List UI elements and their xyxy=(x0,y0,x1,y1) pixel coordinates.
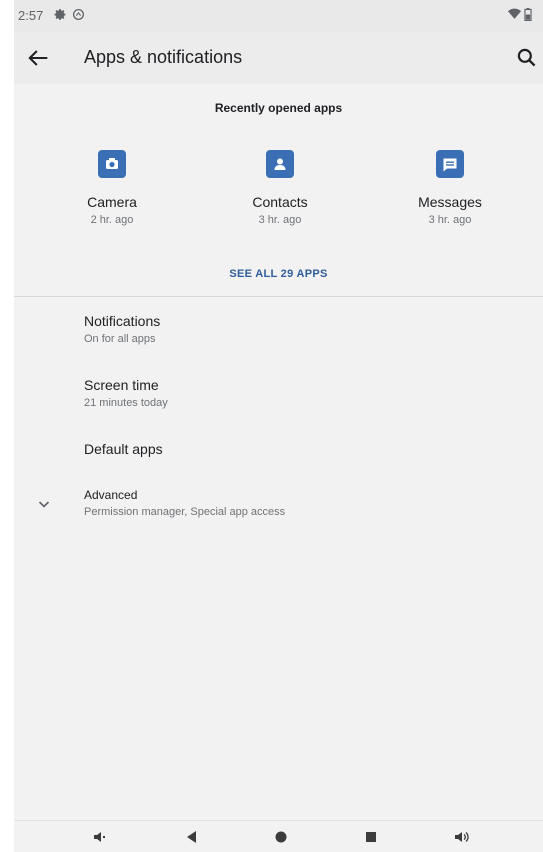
recent-app-camera[interactable]: Camera 2 hr. ago xyxy=(52,150,172,226)
app-last-opened: 3 hr. ago xyxy=(428,214,472,226)
pref-title: Notifications xyxy=(84,313,161,329)
recent-app-messages[interactable]: Messages 3 hr. ago xyxy=(390,150,510,226)
pref-subtitle: 21 minutes today xyxy=(84,397,168,409)
signal-icon xyxy=(72,8,85,24)
settings-screen: 2:57 Apps & notifications Recently opene… xyxy=(14,0,543,852)
volume-up-icon[interactable] xyxy=(454,829,470,845)
back-triangle-icon[interactable] xyxy=(184,829,200,845)
app-name: Contacts xyxy=(252,194,308,210)
chevron-down-icon[interactable] xyxy=(36,496,52,512)
home-circle-icon[interactable] xyxy=(273,829,289,845)
recent-apps-header: Recently opened apps xyxy=(214,101,343,115)
camera-icon xyxy=(98,150,126,178)
volume-down-icon[interactable] xyxy=(92,829,108,845)
page-title: Apps & notifications xyxy=(84,47,243,67)
pref-subtitle: On for all apps xyxy=(84,333,156,345)
contacts-icon xyxy=(266,150,294,178)
gear-icon xyxy=(54,8,67,24)
pref-title: Default apps xyxy=(84,441,163,457)
app-name: Camera xyxy=(87,194,137,210)
app-bar: Apps & notifications xyxy=(14,32,543,84)
status-bar: 2:57 xyxy=(14,0,543,32)
pref-advanced[interactable]: Advanced Permission manager, Special app… xyxy=(84,488,524,518)
pref-screen-time[interactable]: Screen time 21 minutes today xyxy=(84,377,524,409)
wifi-icon xyxy=(508,8,521,23)
messages-icon xyxy=(436,150,464,178)
see-all-apps-button[interactable]: SEE ALL 29 APPS xyxy=(14,268,543,280)
app-last-opened: 3 hr. ago xyxy=(258,214,302,226)
pref-title: Screen time xyxy=(84,377,159,393)
recents-square-icon[interactable] xyxy=(363,829,379,845)
pref-default-apps[interactable]: Default apps xyxy=(84,441,524,457)
system-nav-bar xyxy=(14,820,543,852)
pref-subtitle: Permission manager, Special app access xyxy=(84,506,286,518)
divider xyxy=(14,296,543,297)
recent-app-contacts[interactable]: Contacts 3 hr. ago xyxy=(220,150,340,226)
battery-icon xyxy=(524,8,532,24)
pref-notifications[interactable]: Notifications On for all apps xyxy=(84,313,524,345)
status-time: 2:57 xyxy=(18,8,44,23)
app-name: Messages xyxy=(418,194,482,210)
arrow-back-icon[interactable] xyxy=(24,44,52,72)
pref-title: Advanced xyxy=(84,488,138,502)
app-last-opened: 2 hr. ago xyxy=(90,214,134,226)
search-icon[interactable] xyxy=(514,45,540,71)
